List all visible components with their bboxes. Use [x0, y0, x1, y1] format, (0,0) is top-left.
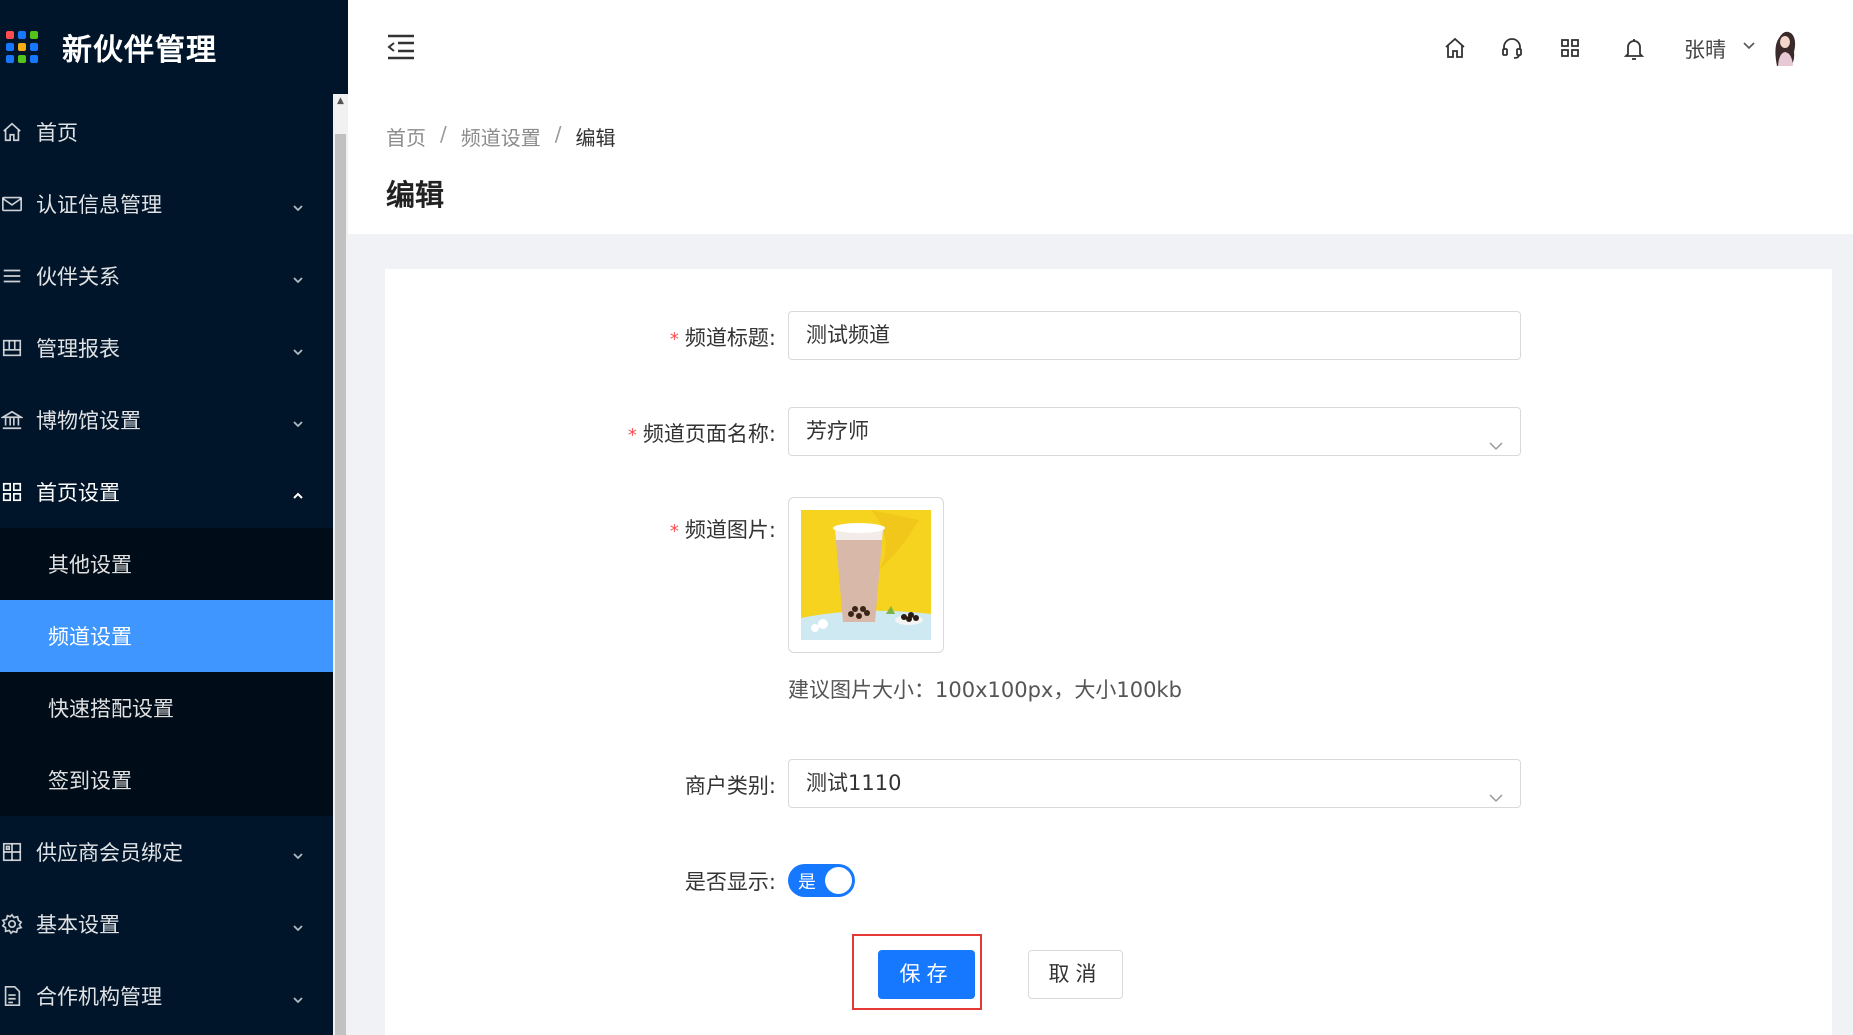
page-name-select[interactable]: 芳疗师: [788, 407, 1521, 456]
sidebar-item-label: 管理报表: [36, 337, 120, 361]
sidebar-item-other-settings[interactable]: 其他设置: [0, 528, 333, 600]
app-logo[interactable]: 新伙伴管理: [0, 0, 333, 94]
sidebar-item-label: 首页: [36, 121, 78, 145]
sidebar-item-home[interactable]: 首页: [0, 96, 333, 168]
setting-icon: [0, 912, 24, 936]
avatar[interactable]: [1767, 26, 1803, 66]
sidebar-item-label: 博物馆设置: [36, 409, 141, 433]
image-size-hint: 建议图片大小：100x100px，大小100kb: [788, 678, 1182, 702]
sidebar-item-partner[interactable]: 伙伴关系: [0, 240, 333, 312]
display-toggle[interactable]: 是: [788, 864, 855, 897]
sidebar-item-label: 快速搭配设置: [48, 697, 174, 721]
page-name-label: * 频道页面名称:: [628, 418, 776, 448]
sidebar-item-auth[interactable]: 认证信息管理: [0, 168, 333, 240]
chevron-down-icon: [291, 844, 305, 868]
breadcrumb-home[interactable]: 首页: [386, 122, 426, 151]
chevron-down-icon: [291, 916, 305, 940]
sidebar-item-supplier[interactable]: 供应商会员绑定: [0, 816, 333, 888]
chevron-up-icon: [291, 484, 305, 508]
sidebar-item-label: 伙伴关系: [36, 265, 120, 289]
sidebar-item-quick-match[interactable]: 快速搭配设置: [0, 672, 333, 744]
sidebar-item-museum[interactable]: 博物馆设置: [0, 384, 333, 456]
chevron-down-icon: [291, 340, 305, 364]
chevron-down-icon: [291, 412, 305, 436]
page-header: 首页 / 频道设置 / 编辑 编辑: [348, 94, 1853, 234]
sidebar: 新伙伴管理 首页 认证信息管理 伙伴关系 管理报表 博物馆设置 首页设置 其他设…: [0, 0, 348, 1035]
breadcrumb-current: 编辑: [575, 126, 616, 150]
submenu-home-settings: 其他设置 频道设置 快速搭配设置 签到设置: [0, 528, 333, 816]
sidebar-scrollbar[interactable]: ▲: [333, 94, 348, 1035]
home-icon[interactable]: [1443, 36, 1467, 60]
sidebar-item-label: 签到设置: [48, 769, 132, 793]
breadcrumb: 首页 / 频道设置 / 编辑: [386, 122, 616, 151]
page-title: 编辑: [386, 178, 445, 212]
sidebar-item-label: 频道设置: [48, 625, 132, 649]
home-icon: [0, 120, 24, 144]
sidebar-item-label: 其他设置: [48, 553, 132, 577]
sidebar-item-label: 首页设置: [36, 481, 120, 505]
appstore-icon[interactable]: [1558, 36, 1582, 60]
report-icon: [0, 336, 24, 360]
sidebar-item-channel-settings[interactable]: 频道设置: [0, 600, 333, 672]
sidebar-item-label: 合作机构管理: [36, 985, 162, 1009]
cancel-button[interactable]: 取消: [1028, 950, 1123, 999]
channel-title-input[interactable]: 测试频道: [788, 311, 1521, 360]
sidebar-menu: 首页 认证信息管理 伙伴关系 管理报表 博物馆设置 首页设置 其他设置 频道设置…: [0, 96, 333, 1032]
chevron-down-icon: [291, 268, 305, 292]
sidebar-item-partner-org[interactable]: 合作机构管理: [0, 960, 333, 1032]
merchant-type-select[interactable]: 测试1110: [788, 759, 1521, 808]
chevron-down-icon: [1488, 424, 1504, 471]
merchant-type-value: 测试1110: [806, 771, 902, 795]
channel-image-label-text: 频道图片:: [684, 518, 776, 542]
required-mark: *: [669, 521, 679, 542]
save-button[interactable]: 保存: [878, 950, 975, 999]
required-mark: *: [669, 329, 679, 350]
page-name-label-text: 频道页面名称:: [642, 422, 776, 446]
merchant-type-label: 商户类别:: [684, 774, 776, 798]
customer-service-icon[interactable]: [1500, 36, 1524, 60]
bell-icon[interactable]: [1622, 36, 1646, 60]
chevron-down-icon: [1488, 776, 1504, 823]
sidebar-item-label: 基本设置: [36, 913, 120, 937]
mail-icon: [0, 192, 24, 216]
chevron-down-icon: [291, 196, 305, 220]
scan-icon: [0, 840, 24, 864]
display-label: 是否显示:: [684, 870, 776, 894]
breadcrumb-separator: /: [440, 122, 447, 146]
milk-tea-image: [801, 510, 931, 640]
display-toggle-text: 是: [798, 872, 816, 893]
scroll-up-arrow-icon[interactable]: ▲: [333, 94, 348, 109]
channel-title-label: * 频道标题:: [670, 322, 776, 352]
image-upload[interactable]: [788, 497, 944, 653]
app-grid-icon: [6, 31, 38, 63]
menu-fold-icon[interactable]: [386, 33, 416, 61]
channel-title-value: 测试频道: [806, 323, 890, 347]
sidebar-item-home-settings[interactable]: 首页设置: [0, 456, 333, 528]
chevron-down-icon: [291, 988, 305, 1012]
sidebar-item-checkin[interactable]: 签到设置: [0, 744, 333, 816]
form-card: [385, 269, 1832, 1035]
username[interactable]: 张晴: [1684, 34, 1726, 64]
required-mark: *: [627, 425, 637, 446]
scrollbar-thumb[interactable]: [335, 134, 346, 1035]
sidebar-item-basic-settings[interactable]: 基本设置: [0, 888, 333, 960]
sidebar-item-label: 认证信息管理: [36, 193, 162, 217]
top-header: 张晴: [348, 0, 1853, 94]
channel-image-label: * 频道图片:: [670, 514, 776, 544]
sidebar-item-label: 供应商会员绑定: [36, 841, 183, 865]
channel-title-label-text: 频道标题:: [684, 326, 776, 350]
breadcrumb-channel-settings[interactable]: 频道设置: [461, 122, 541, 151]
app-title: 新伙伴管理: [62, 33, 217, 68]
toggle-knob: [825, 867, 852, 894]
list-icon: [0, 264, 24, 288]
page-name-value: 芳疗师: [806, 419, 869, 443]
chevron-down-icon[interactable]: [1741, 38, 1757, 58]
bank-icon: [0, 408, 24, 432]
breadcrumb-separator: /: [554, 122, 562, 146]
file-icon: [0, 984, 24, 1008]
sidebar-item-report[interactable]: 管理报表: [0, 312, 333, 384]
appstore-icon: [0, 480, 24, 504]
